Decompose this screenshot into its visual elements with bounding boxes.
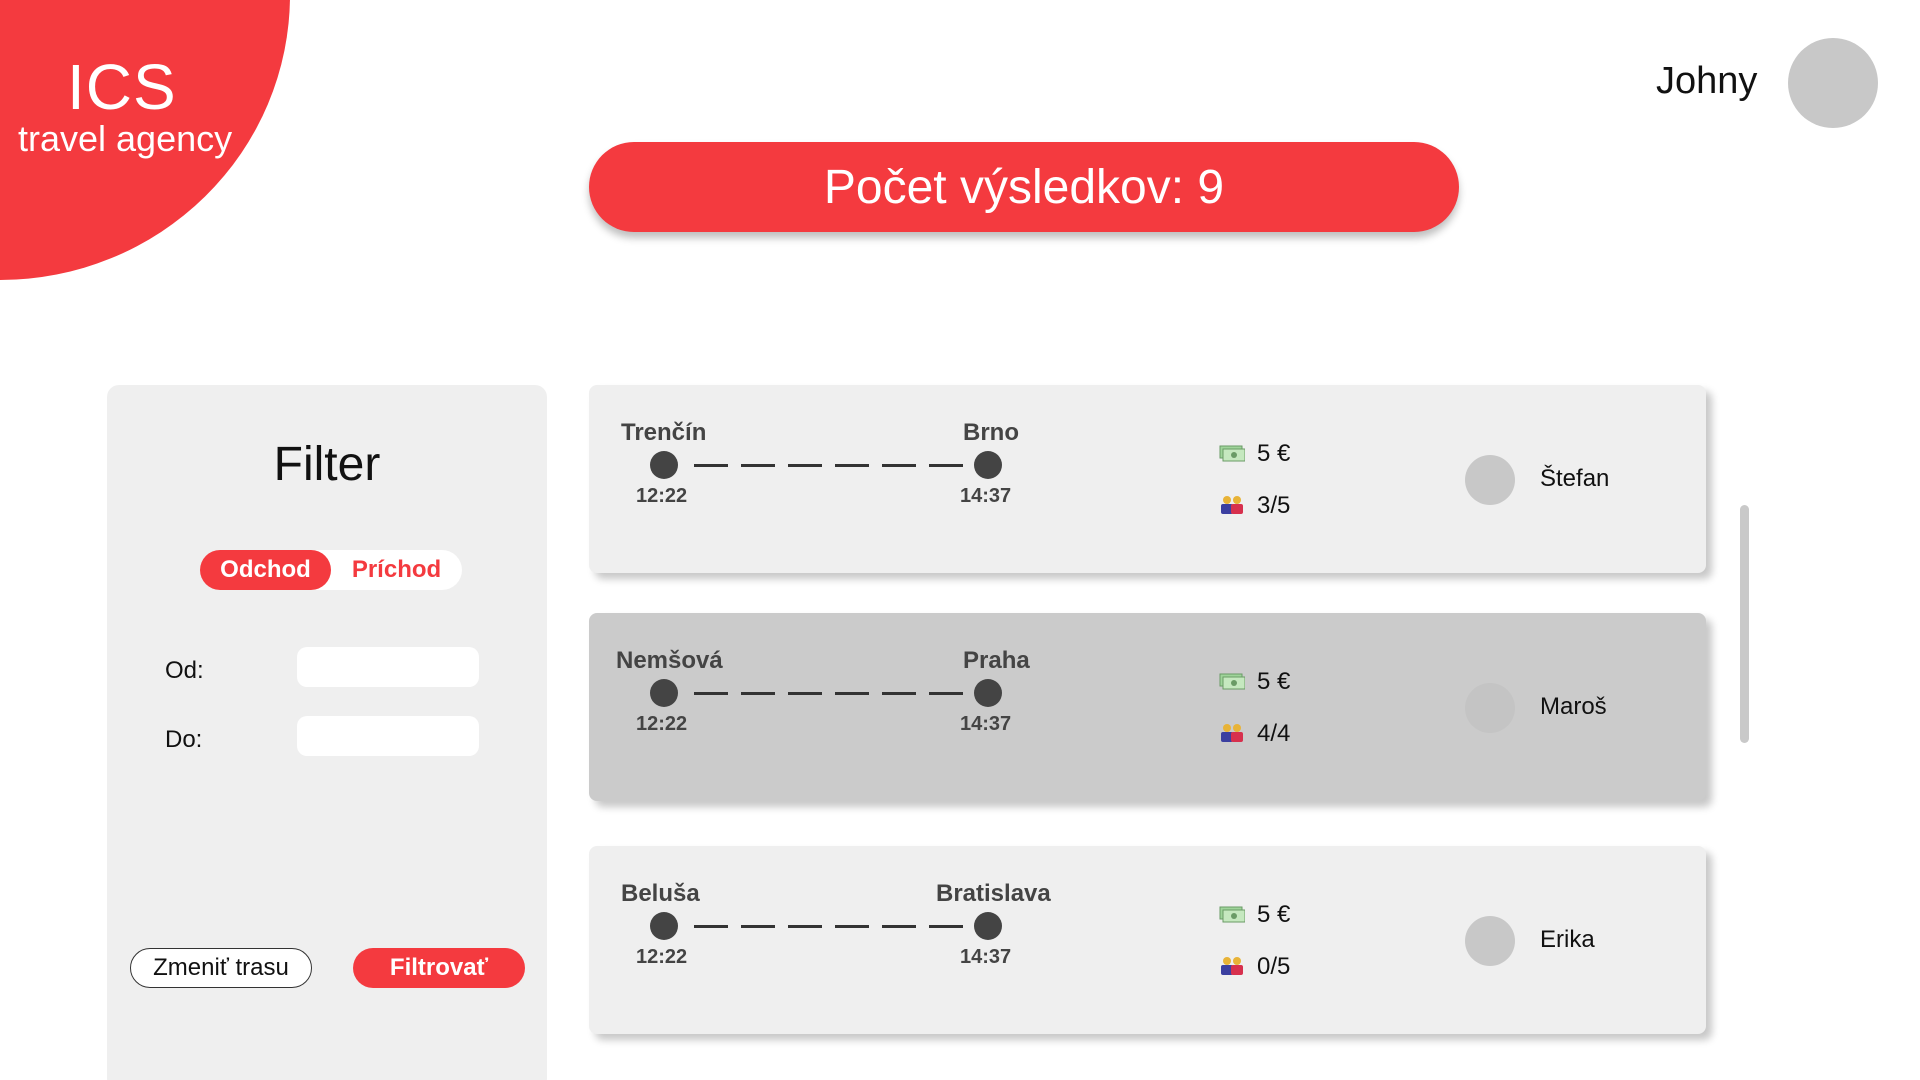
destination-dot-icon bbox=[974, 451, 1002, 479]
logo-subtitle[interactable]: travel agency bbox=[18, 118, 232, 160]
money-icon bbox=[1219, 673, 1245, 690]
driver-avatar bbox=[1465, 916, 1515, 966]
arrival-time: 14:37 bbox=[960, 946, 1012, 968]
results-count-label: Počet výsledkov: 9 bbox=[823, 160, 1225, 214]
trip-seats: 0/5 bbox=[1257, 953, 1291, 980]
toggle-arrival[interactable]: Príchod bbox=[331, 550, 462, 590]
results-scrollbar[interactable] bbox=[1740, 505, 1749, 743]
driver-name: Maroš bbox=[1540, 693, 1607, 720]
results-count-banner: Počet výsledkov: 9 bbox=[589, 142, 1459, 232]
driver-avatar bbox=[1465, 683, 1515, 733]
passengers-icon bbox=[1221, 724, 1243, 742]
trip-origin: Nemšová bbox=[616, 647, 723, 674]
origin-dot-icon bbox=[650, 679, 678, 707]
departure-time: 12:22 bbox=[636, 713, 688, 735]
trip-card[interactable]: Beluša Bratislava 12:22 14:37 5 € 0/5 Er… bbox=[589, 846, 1706, 1034]
passengers-icon bbox=[1221, 957, 1243, 975]
driver-name: Štefan bbox=[1540, 465, 1610, 492]
destination-dot-icon bbox=[974, 912, 1002, 940]
user-name[interactable]: Johny bbox=[1656, 60, 1757, 103]
trip-destination: Brno bbox=[963, 419, 1019, 446]
to-label: Do: bbox=[165, 726, 203, 753]
trip-seats: 4/4 bbox=[1257, 720, 1291, 747]
money-icon bbox=[1219, 445, 1245, 462]
arrival-time: 14:37 bbox=[960, 485, 1012, 507]
filter-title: Filter bbox=[273, 438, 381, 491]
trip-price: 5 € bbox=[1257, 440, 1291, 467]
departure-time: 12:22 bbox=[636, 946, 688, 968]
trip-card[interactable]: Nemšová Praha 12:22 14:37 5 € 4/4 Maroš bbox=[589, 613, 1706, 801]
filter-button[interactable]: Filtrovať bbox=[353, 948, 525, 988]
from-input[interactable] bbox=[297, 647, 479, 687]
trip-price: 5 € bbox=[1257, 901, 1291, 928]
origin-dot-icon bbox=[650, 912, 678, 940]
to-input[interactable] bbox=[297, 716, 479, 756]
route-line bbox=[694, 464, 974, 467]
trip-price: 5 € bbox=[1257, 668, 1291, 695]
toggle-departure[interactable]: Odchod bbox=[200, 550, 331, 590]
trip-destination: Praha bbox=[963, 647, 1030, 674]
arrival-time: 14:37 bbox=[960, 713, 1012, 735]
trip-seats: 3/5 bbox=[1257, 492, 1291, 519]
trip-card[interactable]: Trenčín Brno 12:22 14:37 5 € 3/5 Štefan bbox=[589, 385, 1706, 573]
destination-dot-icon bbox=[974, 679, 1002, 707]
trip-origin: Trenčín bbox=[621, 419, 707, 446]
direction-toggle: Odchod Príchod bbox=[200, 550, 462, 590]
route-line bbox=[694, 925, 974, 928]
route-line bbox=[694, 692, 974, 695]
departure-time: 12:22 bbox=[636, 485, 688, 507]
change-route-button[interactable]: Zmeniť trasu bbox=[130, 948, 312, 988]
from-label: Od: bbox=[165, 657, 204, 684]
driver-avatar bbox=[1465, 455, 1515, 505]
origin-dot-icon bbox=[650, 451, 678, 479]
passengers-icon bbox=[1221, 496, 1243, 514]
filter-panel: Filter Odchod Príchod Od: Do: Zmeniť tra… bbox=[107, 385, 547, 1080]
trip-origin: Beluša bbox=[621, 880, 700, 907]
page: ICS travel agency Johny Počet výsledkov:… bbox=[0, 0, 1920, 1080]
driver-name: Erika bbox=[1540, 926, 1595, 953]
money-icon bbox=[1219, 906, 1245, 923]
logo-title[interactable]: ICS bbox=[67, 50, 177, 124]
user-avatar[interactable] bbox=[1788, 38, 1878, 128]
trip-destination: Bratislava bbox=[936, 880, 1051, 907]
